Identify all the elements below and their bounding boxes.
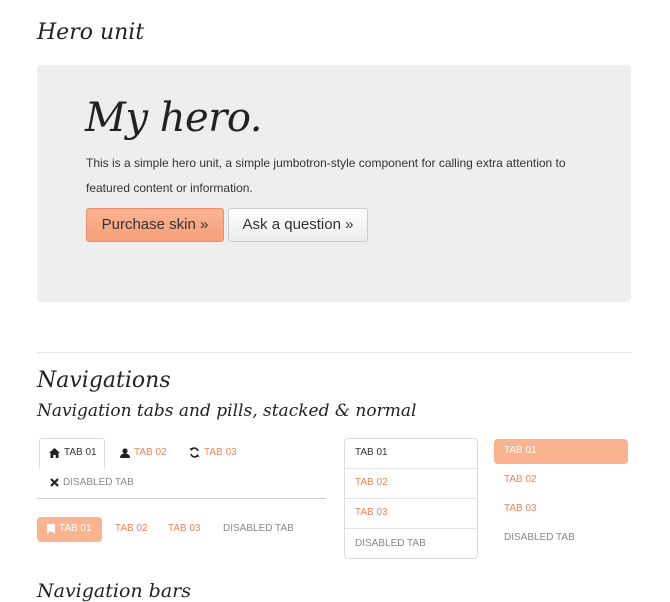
stacked-tab-02[interactable]: TAB 02 xyxy=(355,477,388,488)
pill-label: DISABLED TAB xyxy=(223,523,294,534)
ask-question-button[interactable]: Ask a question » xyxy=(228,208,368,242)
stacked-pill-label: TAB 02 xyxy=(504,474,537,485)
bookmark-icon xyxy=(47,523,55,534)
hero-title: My hero. xyxy=(85,95,262,141)
tab-03[interactable]: TAB 03 xyxy=(189,447,237,458)
pill-03[interactable]: TAB 03 xyxy=(168,523,201,534)
purchase-skin-button[interactable]: Purchase skin » xyxy=(86,208,224,242)
stacked-pill-label: DISABLED TAB xyxy=(504,532,575,543)
tab-disabled: DISABLED TAB xyxy=(50,477,134,488)
stacked-tab-01[interactable]: TAB 01 xyxy=(355,447,388,458)
stacked-tab-label: TAB 01 xyxy=(355,447,388,458)
pill-disabled: DISABLED TAB xyxy=(223,523,294,534)
section-subheading-tabs-pills: Navigation tabs and pills, stacked & nor… xyxy=(37,401,417,421)
stacked-tab-label: DISABLED TAB xyxy=(355,538,426,549)
stacked-tab-label: TAB 02 xyxy=(355,477,388,488)
section-heading-hero-unit: Hero unit xyxy=(37,20,145,45)
tab-label: TAB 03 xyxy=(204,447,237,458)
pill-label: TAB 03 xyxy=(168,523,201,534)
pill-label: TAB 02 xyxy=(115,523,148,534)
stacked-pill-label: TAB 03 xyxy=(504,503,537,514)
stacked-pill-disabled: DISABLED TAB xyxy=(504,532,575,543)
section-heading-navigations: Navigations xyxy=(37,368,171,393)
stacked-tab-label: TAB 03 xyxy=(355,507,388,518)
pill-01[interactable]: TAB 01 xyxy=(47,523,92,534)
stacked-pill-02[interactable]: TAB 02 xyxy=(504,474,537,485)
hero-unit: My hero. This is a simple hero unit, a s… xyxy=(37,65,631,302)
hero-text: This is a simple hero unit, a simple jum… xyxy=(86,156,566,195)
tab-label: TAB 01 xyxy=(64,447,97,458)
stacked-pill-label: TAB 01 xyxy=(504,445,537,456)
stacked-pill-03[interactable]: TAB 03 xyxy=(504,503,537,514)
home-icon xyxy=(49,447,60,458)
pill-label: TAB 01 xyxy=(59,523,92,534)
tabs-baseline xyxy=(37,498,326,499)
divider xyxy=(37,352,631,353)
close-icon xyxy=(50,478,59,487)
tab-label: DISABLED TAB xyxy=(63,477,134,488)
stacked-tab-03[interactable]: TAB 03 xyxy=(355,507,388,518)
stacked-tab-disabled: DISABLED TAB xyxy=(355,538,426,549)
section-heading-navigation-bars: Navigation bars xyxy=(37,580,192,602)
stacked-divider xyxy=(345,468,477,469)
tab-01[interactable]: TAB 01 xyxy=(49,447,97,458)
tab-label: TAB 02 xyxy=(134,447,167,458)
pill-02[interactable]: TAB 02 xyxy=(115,523,148,534)
stacked-divider xyxy=(345,528,477,529)
refresh-icon xyxy=(189,447,200,458)
user-icon xyxy=(120,447,130,458)
stacked-pill-01[interactable]: TAB 01 xyxy=(504,445,537,456)
stacked-divider xyxy=(345,498,477,499)
tab-02[interactable]: TAB 02 xyxy=(120,447,167,458)
